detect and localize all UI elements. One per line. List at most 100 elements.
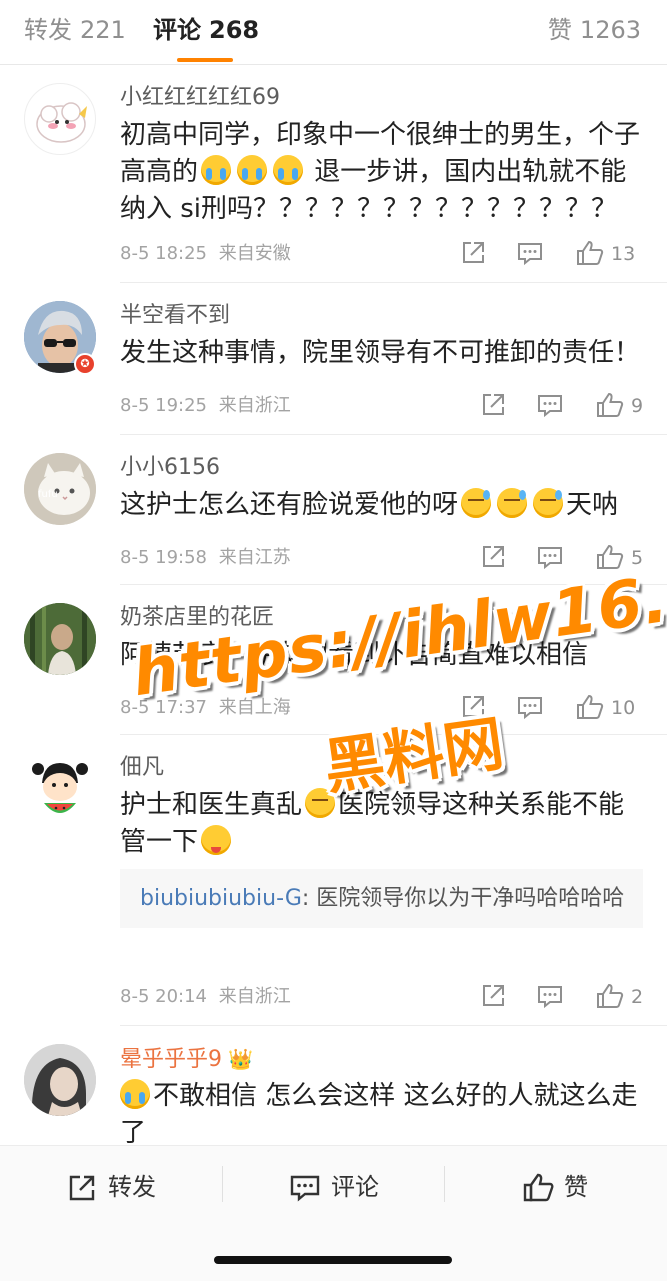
reply-icon[interactable] — [536, 982, 564, 1012]
comment-meta: 8-5 18:25 来自安徽 — [120, 241, 291, 267]
avatar-caption: fufu — [38, 489, 58, 500]
comment-tab-bar: 转发 221 评论 268 赞 1263 — [0, 0, 667, 65]
crown-icon: 👑 — [228, 1047, 253, 1071]
like-count: 13 — [611, 243, 636, 265]
cartoon-sheep-avatar[interactable] — [24, 83, 96, 155]
comment-item: ✪ 半空看不到 发生这种事情，院里领导有不可推卸的责任！ 8-5 19:25 来… — [0, 283, 667, 435]
comment-text: 初高中同学，印象中一个很绅士的男生，个子高高的 退一步讲，国内出轨就不能纳入 s… — [120, 117, 640, 228]
comment-actions: 5 — [479, 543, 643, 573]
like-count: 2 — [631, 986, 644, 1008]
comment-text: 不敢相信 怎么会这样 这么好的人就这么走了 — [120, 1078, 640, 1145]
reply-box[interactable]: biubiubiubiu-G: 医院领导你以为干净吗哈哈哈哈 — [120, 869, 643, 928]
tab-like-label: 赞 — [547, 16, 572, 44]
reply-text: 医院领导你以为干净吗哈哈哈哈 — [316, 886, 625, 911]
tab-like-count: 1263 — [579, 16, 641, 44]
repost-icon — [69, 1175, 95, 1201]
comment-actions: 2 — [479, 982, 643, 1012]
comment-text: 阿姨节哀，朋友圈看到讣告简直难以相信 — [120, 640, 589, 670]
comment-text-part: 天呐 — [566, 490, 619, 520]
comment-time: 8-5 18:25 — [120, 243, 207, 264]
like-button[interactable]: 9 — [595, 391, 643, 421]
sweat-emoji-icon — [497, 488, 528, 518]
share-icon[interactable] — [459, 239, 487, 269]
comment-label: 评论 — [331, 1173, 379, 1201]
person-in-bamboo-avatar[interactable] — [24, 603, 96, 675]
comment-actions: 9 — [479, 391, 643, 421]
comment-actions: 10 — [459, 693, 643, 723]
sleepy-emoji-icon — [305, 788, 336, 818]
username[interactable]: 佃凡 — [120, 753, 164, 783]
comment-button[interactable]: 评论 — [289, 1168, 389, 1208]
share-icon[interactable] — [459, 693, 487, 723]
comment-meta: 8-5 19:25 来自浙江 — [120, 393, 291, 419]
tab-repost-label: 转发 — [24, 16, 72, 44]
tab-like[interactable]: 赞 1263 — [548, 14, 641, 46]
like-button[interactable]: 5 — [595, 543, 643, 573]
comment-time: 8-5 19:25 — [120, 395, 207, 416]
comment-text-part: 护士和医生真乱 — [120, 790, 303, 820]
cry-emoji-icon — [237, 155, 268, 185]
comment-time: 8-5 17:37 — [120, 697, 207, 718]
like-count: 10 — [611, 697, 636, 719]
username[interactable]: 小红红红红红69 — [120, 83, 280, 113]
share-icon[interactable] — [479, 543, 507, 573]
like-count: 5 — [631, 547, 644, 569]
reply-username[interactable]: biubiubiubiu-G — [140, 886, 302, 911]
username[interactable]: 奶茶店里的花匠 — [120, 603, 274, 633]
share-icon[interactable] — [479, 982, 507, 1012]
like-button[interactable]: 2 — [595, 982, 643, 1012]
comment-item: 奶茶店里的花匠 阿姨节哀，朋友圈看到讣告简直难以相信 8-5 17:37 来自上… — [0, 585, 667, 735]
sweat-emoji-icon — [533, 488, 564, 518]
comment-location: 来自浙江 — [218, 986, 291, 1007]
cartoon-girl-watermelon-avatar[interactable] — [24, 753, 96, 825]
like-button[interactable]: 13 — [575, 239, 643, 269]
reply-icon[interactable] — [516, 239, 544, 269]
comment-location: 来自浙江 — [218, 395, 291, 416]
home-indicator — [214, 1256, 452, 1264]
reply-icon[interactable] — [536, 391, 564, 421]
repost-button[interactable]: 转发 — [66, 1168, 166, 1208]
verified-badge-icon: ✪ — [74, 353, 96, 375]
username[interactable]: 晕乎乎乎9 👑 — [120, 1044, 253, 1075]
comment-location: 来自江苏 — [218, 547, 291, 568]
reply-colon: : — [301, 886, 317, 911]
share-icon[interactable] — [479, 391, 507, 421]
comment-item: fufu 小小6156 这护士怎么还有脸说爱他的呀 天呐 8-5 19:58 来自… — [0, 435, 667, 585]
like-label: 赞 — [564, 1173, 588, 1201]
username[interactable]: 半空看不到 — [120, 301, 230, 331]
white-cat-avatar[interactable]: fufu — [24, 453, 96, 525]
tab-comment-count: 268 — [209, 16, 260, 44]
username[interactable]: 小小6156 — [120, 453, 220, 483]
divider — [444, 1166, 445, 1202]
reply-icon[interactable] — [536, 543, 564, 573]
thumbs-up-icon — [523, 1173, 554, 1202]
tab-repost-count: 221 — [80, 16, 126, 44]
cry-emoji-icon — [120, 1079, 150, 1109]
like-button[interactable]: 10 — [575, 693, 643, 723]
comment-time: 8-5 20:14 — [120, 986, 207, 1007]
comment-text: 护士和医生真乱 医院领导这种关系能不能管一下 — [120, 787, 640, 861]
comment-location: 来自上海 — [218, 697, 291, 718]
comment-meta: 8-5 19:58 来自江苏 — [120, 545, 291, 571]
like-bottom-button[interactable]: 赞 — [522, 1168, 602, 1208]
comment-list[interactable]: 小红红红红红69 初高中同学，印象中一个很绅士的男生，个子高高的 退一步讲，国内… — [0, 65, 667, 1145]
comment-item: 晕乎乎乎9 👑 不敢相信 怎么会这样 这么好的人就这么走了 — [0, 1026, 667, 1145]
woman-portrait-avatar[interactable] — [24, 1044, 96, 1116]
tab-comment-label: 评论 — [153, 16, 201, 44]
tab-repost[interactable]: 转发 221 — [24, 14, 126, 46]
cry-emoji-icon — [201, 155, 232, 185]
comment-icon — [290, 1175, 320, 1202]
drool-emoji-icon — [201, 825, 232, 855]
username-text: 晕乎乎乎9 — [120, 1047, 222, 1072]
comment-text: 发生这种事情，院里领导有不可推卸的责任！ — [120, 338, 641, 368]
divider — [222, 1166, 223, 1202]
tab-comment[interactable]: 评论 268 — [153, 14, 259, 46]
comment-location: 来自安徽 — [218, 243, 291, 264]
comment-text: 这护士怎么还有脸说爱他的呀 天呐 — [120, 487, 640, 524]
cry-emoji-icon — [273, 155, 304, 185]
comment-text-part: 这护士怎么还有脸说爱他的呀 — [120, 490, 459, 520]
comment-actions: 13 — [459, 239, 643, 269]
comment-item: 小红红红红红69 初高中同学，印象中一个很绅士的男生，个子高高的 退一步讲，国内… — [0, 65, 667, 283]
like-count: 9 — [631, 395, 644, 417]
reply-icon[interactable] — [516, 693, 544, 723]
